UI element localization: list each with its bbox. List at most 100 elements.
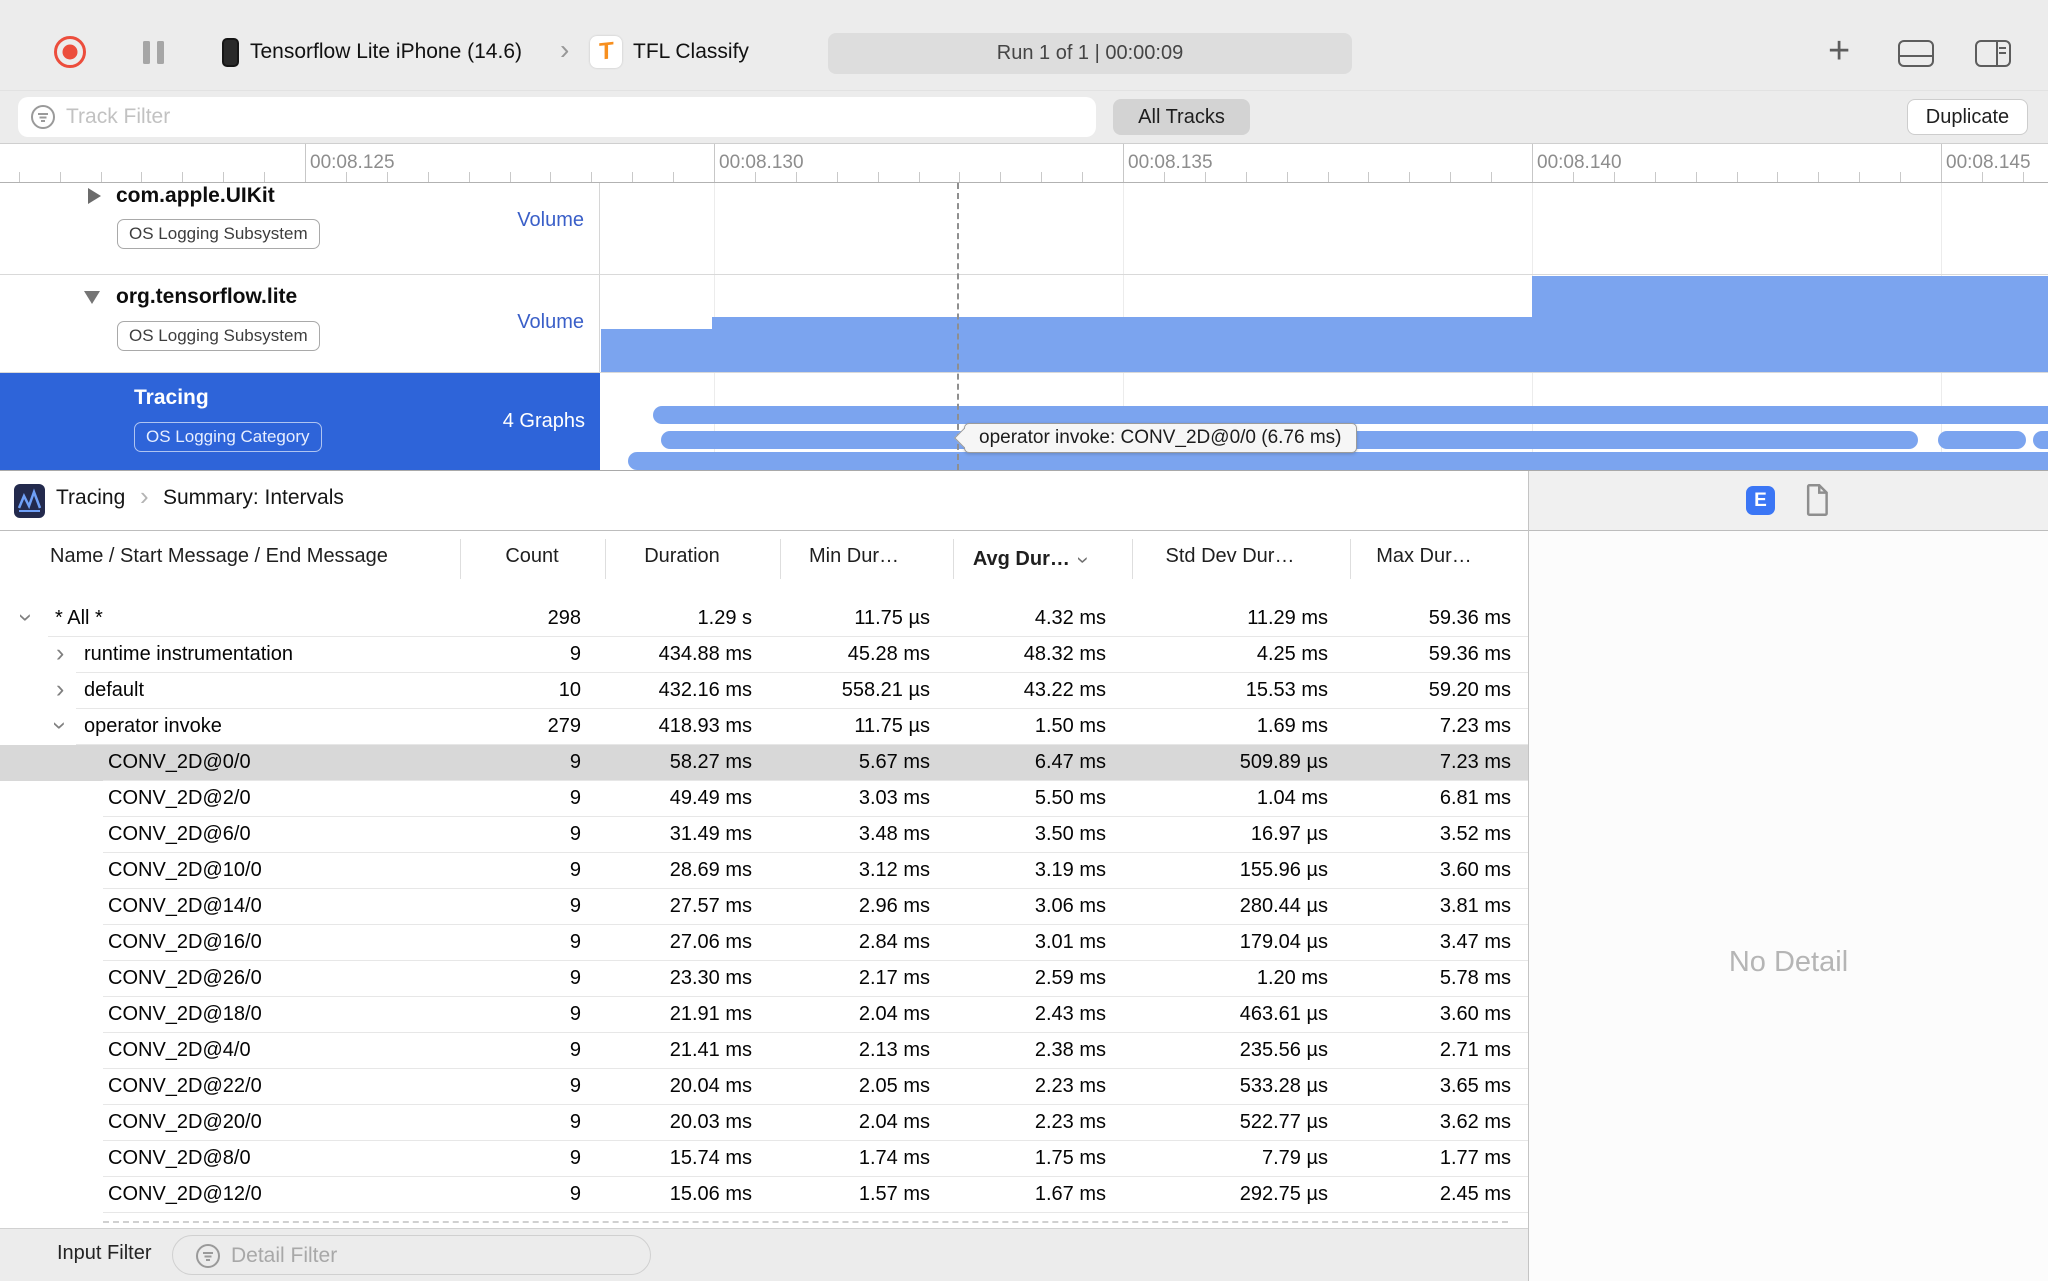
ruler-minor-tick xyxy=(1041,172,1043,182)
table-row[interactable]: CONV_2D@26/0 9 23.30 ms 2.17 ms 2.59 ms 1.20 … xyxy=(0,961,1528,997)
ruler-minor-tick xyxy=(632,172,634,182)
cell-max: 6.81 ms xyxy=(1439,787,1511,809)
table-row[interactable]: CONV_2D@14/0 9 27.57 ms 2.96 ms 3.06 ms 280.4… xyxy=(0,889,1528,925)
column-header-max-dur-[interactable]: Max Dur… xyxy=(1376,545,1472,568)
run-status-display[interactable]: Run 1 of 1 | 00:00:09 xyxy=(828,33,1352,74)
cell-duration: 20.03 ms xyxy=(669,1111,752,1133)
cell-duration: 28.69 ms xyxy=(669,859,752,881)
app-icon: T xyxy=(590,36,622,68)
table-row[interactable]: CONV_2D@10/0 9 28.69 ms 3.12 ms 3.19 ms 155.9… xyxy=(0,853,1528,889)
ruler-minor-tick xyxy=(591,172,593,182)
row-separator xyxy=(103,1212,1528,1213)
volume-segment xyxy=(1532,276,2048,372)
disclosure-expanded-icon[interactable]: › xyxy=(12,613,41,621)
cell-max: 3.62 ms xyxy=(1439,1111,1511,1133)
disclosure-collapsed-icon[interactable]: › xyxy=(56,639,64,668)
duplicate-button[interactable]: Duplicate xyxy=(1907,99,2028,135)
cell-name: CONV_2D@12/0 xyxy=(108,1183,262,1205)
cell-duration: 31.49 ms xyxy=(669,823,752,845)
pause-icon[interactable] xyxy=(143,41,164,64)
table-row[interactable]: › runtime instrumentation 9 434.88 ms 45.28 … xyxy=(0,637,1528,673)
timeline-ruler[interactable]: 00:08.125 00:08.130 00:08.135 00:08.140 00:0… xyxy=(0,143,2048,183)
ruler-minor-tick xyxy=(877,172,879,182)
table-row[interactable]: CONV_2D@8/0 9 15.74 ms 1.74 ms 1.75 ms 7.79 µ… xyxy=(0,1141,1528,1177)
breadcrumb-root[interactable]: Tracing xyxy=(56,486,125,510)
cell-duration: 15.06 ms xyxy=(669,1183,752,1205)
filter-icon xyxy=(196,1244,220,1268)
document-inspector-icon[interactable] xyxy=(1805,484,1831,516)
ruler-minor-tick xyxy=(1491,172,1493,182)
device-selector[interactable]: Tensorflow Lite iPhone (14.6) xyxy=(250,40,522,64)
track-graph-type[interactable]: Volume xyxy=(517,311,584,334)
ruler-minor-tick xyxy=(182,172,184,182)
cell-avg: 5.50 ms xyxy=(1034,787,1106,809)
cell-std: 235.56 µs xyxy=(1239,1039,1328,1061)
table-row[interactable]: CONV_2D@0/0 9 58.27 ms 5.67 ms 6.47 ms 509.89… xyxy=(0,745,1528,781)
toggle-right-pane-icon[interactable] xyxy=(1975,40,2011,67)
cell-name: CONV_2D@22/0 xyxy=(108,1075,262,1097)
cell-max: 59.36 ms xyxy=(1428,607,1511,629)
cell-min: 2.04 ms xyxy=(858,1003,930,1025)
table-row[interactable]: › * All * 298 1.29 s 11.75 µs 4.32 ms 11.29 ms… xyxy=(0,601,1528,637)
cell-avg: 6.47 ms xyxy=(1034,751,1106,773)
ruler-time-label: 00:08.125 xyxy=(310,152,395,173)
table-row[interactable]: CONV_2D@4/0 9 21.41 ms 2.13 ms 2.38 ms 235.56… xyxy=(0,1033,1528,1069)
all-tracks-button[interactable]: All Tracks xyxy=(1113,99,1250,135)
ruler-minor-tick xyxy=(1859,172,1861,182)
table-row[interactable]: CONV_2D@12/0 9 15.06 ms 1.57 ms 1.67 ms 292.7… xyxy=(0,1177,1528,1213)
record-icon[interactable] xyxy=(54,36,86,68)
app-selector[interactable]: TFL Classify xyxy=(633,40,749,64)
ruler-minor-tick xyxy=(836,172,838,182)
table-header[interactable]: Name / Start Message / End Message Count D… xyxy=(0,531,1528,585)
cell-count: 9 xyxy=(569,931,581,953)
cell-name: CONV_2D@16/0 xyxy=(108,931,262,953)
disclosure-expanded-icon[interactable] xyxy=(84,291,100,304)
cell-count: 9 xyxy=(569,1147,581,1169)
track-graph-type[interactable]: Volume xyxy=(517,209,584,232)
iphone-device-icon xyxy=(222,38,239,67)
disclosure-collapsed-icon[interactable]: › xyxy=(56,675,64,704)
cell-min: 3.03 ms xyxy=(858,787,930,809)
ruler-major-tick xyxy=(305,144,306,182)
cell-name: CONV_2D@8/0 xyxy=(108,1147,251,1169)
column-header-avg-dur-[interactable]: Avg Dur…› xyxy=(973,545,1097,571)
column-header-name[interactable]: Name / Start Message / End Message xyxy=(50,545,388,568)
cell-name: CONV_2D@10/0 xyxy=(108,859,262,881)
table-row[interactable]: CONV_2D@6/0 9 31.49 ms 3.48 ms 3.50 ms 16.97 … xyxy=(0,817,1528,853)
inspector-header: E xyxy=(1529,471,2048,530)
column-header-min-dur-[interactable]: Min Dur… xyxy=(809,545,899,568)
breadcrumb-leaf[interactable]: Summary: Intervals xyxy=(163,486,344,510)
cell-count: 9 xyxy=(569,1003,581,1025)
track-filter-input[interactable]: Track Filter xyxy=(18,97,1096,137)
cell-min: 5.67 ms xyxy=(858,751,930,773)
table-row[interactable]: CONV_2D@20/0 9 20.03 ms 2.04 ms 2.23 ms 522.7… xyxy=(0,1105,1528,1141)
playhead-line xyxy=(957,183,959,470)
cell-min: 11.75 µs xyxy=(854,715,930,737)
table-row[interactable]: CONV_2D@16/0 9 27.06 ms 2.84 ms 3.01 ms 179.0… xyxy=(0,925,1528,961)
column-header-duration[interactable]: Duration xyxy=(644,545,720,568)
table-row[interactable]: › operator invoke 279 418.93 ms 11.75 µs 1.50… xyxy=(0,709,1528,745)
disclosure-collapsed-icon[interactable] xyxy=(88,188,101,204)
cell-min: 2.04 ms xyxy=(858,1111,930,1133)
column-header-count[interactable]: Count xyxy=(505,545,558,568)
disclosure-expanded-icon[interactable]: › xyxy=(46,721,75,729)
extended-detail-button[interactable]: E xyxy=(1746,486,1775,515)
intervals-table[interactable]: › * All * 298 1.29 s 11.75 µs 4.32 ms 11.29 ms… xyxy=(0,585,1528,1229)
toggle-bottom-pane-icon[interactable] xyxy=(1898,40,1934,67)
breadcrumb-chevron-icon: › xyxy=(560,34,570,65)
table-row[interactable]: CONV_2D@18/0 9 21.91 ms 2.04 ms 2.43 ms 463.6… xyxy=(0,997,1528,1033)
table-row[interactable]: › default 10 432.16 ms 558.21 µs 43.22 ms 15.5… xyxy=(0,673,1528,709)
track-graph-type[interactable]: 4 Graphs xyxy=(503,410,585,433)
cell-std: 155.96 µs xyxy=(1239,859,1328,881)
column-header-std-dev-dur-[interactable]: Std Dev Dur… xyxy=(1166,545,1295,568)
table-row[interactable]: CONV_2D@2/0 9 49.49 ms 3.03 ms 5.50 ms 1.04 m… xyxy=(0,781,1528,817)
add-instrument-button[interactable]: + xyxy=(1828,30,1850,73)
track-row-tracing-selected[interactable]: Tracing OS Logging Category 4 Graphs xyxy=(0,372,600,470)
cell-max: 2.45 ms xyxy=(1439,1183,1511,1205)
panel-divider[interactable] xyxy=(1528,471,1529,1281)
track-area: com.apple.UIKit OS Logging Subsystem Vol… xyxy=(0,183,2048,470)
interval-bar xyxy=(2033,431,2048,449)
table-row[interactable]: CONV_2D@22/0 9 20.04 ms 2.05 ms 2.23 ms 533.2… xyxy=(0,1069,1528,1105)
cell-name: CONV_2D@20/0 xyxy=(108,1111,262,1133)
detail-filter-input[interactable]: Detail Filter xyxy=(172,1235,651,1275)
